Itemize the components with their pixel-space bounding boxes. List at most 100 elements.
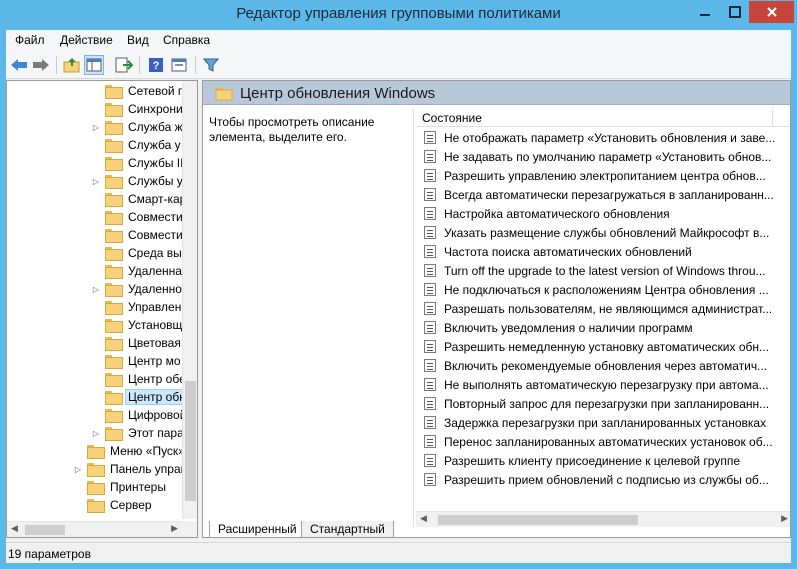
- policy-setting-row[interactable]: Перенос запланированных автоматических у…: [416, 432, 790, 451]
- menu-action[interactable]: Действие: [60, 33, 113, 47]
- tree-item[interactable]: Среда вып: [91, 244, 191, 262]
- policy-setting-row[interactable]: Разрешить немедленную установку автомати…: [416, 337, 790, 356]
- tree-item[interactable]: ▷ Этот пара: [91, 424, 187, 442]
- console-tree[interactable]: Сетевой п Синхрони ▷ Служба ж Служба у Службы…: [6, 80, 198, 538]
- tree-item[interactable]: Установщ: [91, 316, 185, 334]
- tree-item[interactable]: ▷ Удаленно: [91, 280, 185, 298]
- tree-item[interactable]: Службы II: [91, 154, 186, 172]
- tree-item[interactable]: Цветовая: [91, 334, 184, 352]
- title-bar[interactable]: Редактор управления групповыми политикам…: [0, 0, 797, 30]
- tab-extended[interactable]: Расширенный: [209, 521, 306, 537]
- tree-item-label: Служба у: [128, 138, 181, 152]
- tree-item[interactable]: ▷ Панель управ: [73, 460, 190, 478]
- back-button[interactable]: [9, 55, 29, 75]
- policy-setting-row[interactable]: Не подключаться к расположениям Центра о…: [416, 280, 790, 299]
- expand-arrow-icon[interactable]: ▷: [91, 176, 101, 186]
- tree-item[interactable]: Удаленная: [91, 262, 191, 280]
- policy-setting-row[interactable]: Указать размещение службы обновлений Май…: [416, 223, 790, 242]
- tree-item[interactable]: Центр мо: [91, 352, 184, 370]
- policy-setting-icon: [424, 378, 436, 391]
- expand-arrow-icon[interactable]: ▷: [73, 464, 83, 474]
- tree-item-label: Панель управ: [110, 462, 188, 476]
- tree-item[interactable]: Принтеры: [73, 478, 169, 496]
- scroll-thumb[interactable]: [185, 381, 196, 501]
- policy-setting-row[interactable]: Настройка автоматического обновления: [416, 204, 790, 223]
- tree-item[interactable]: Цифровой: [91, 406, 189, 424]
- scroll-right-icon[interactable]: ▶: [171, 524, 178, 534]
- tree-item[interactable]: Центр обе: [91, 370, 189, 388]
- tree-item-label: Смарт-кар: [128, 192, 187, 206]
- policy-setting-row[interactable]: Не выполнять автоматическую перезагрузку…: [416, 375, 790, 394]
- policy-setting-row[interactable]: Всегда автоматически перезагружаться в з…: [416, 185, 790, 204]
- filter-button[interactable]: [201, 55, 221, 75]
- tree-item-label: Этот пара: [128, 426, 184, 440]
- policy-setting-row[interactable]: Повторный запрос для перезагрузки при за…: [416, 394, 790, 413]
- folder-icon: [105, 85, 123, 99]
- policy-setting-row[interactable]: Включить уведомления о наличии программ: [416, 318, 790, 337]
- column-separator[interactable]: [772, 109, 773, 127]
- column-header-state[interactable]: Состояние: [422, 111, 482, 125]
- policy-setting-row[interactable]: Разрешить клиенту присоединение к целево…: [416, 451, 790, 470]
- window-title: Редактор управления групповыми политикам…: [236, 5, 561, 22]
- minimize-button[interactable]: [688, 1, 722, 23]
- policy-setting-row[interactable]: Разрешать пользователям, не являющимся а…: [416, 299, 790, 318]
- tree-item[interactable]: ▷ Службы у: [91, 172, 186, 190]
- help-button[interactable]: ?: [146, 55, 166, 75]
- policy-setting-row[interactable]: Разрешить управлению электропитанием цен…: [416, 166, 790, 185]
- forward-button[interactable]: [31, 55, 51, 75]
- menu-view[interactable]: Вид: [127, 33, 149, 47]
- tree-item[interactable]: Сервер: [73, 496, 155, 514]
- policy-setting-row[interactable]: Включить рекомендуемые обновления через …: [416, 356, 790, 375]
- menu-file[interactable]: Файл: [15, 33, 45, 47]
- folder-icon: [105, 121, 123, 135]
- up-level-button[interactable]: [62, 55, 82, 75]
- show-hide-tree-button[interactable]: [84, 55, 104, 75]
- policy-setting-row[interactable]: Разрешить прием обновлений с подписью из…: [416, 470, 790, 489]
- properties-button[interactable]: [169, 55, 189, 75]
- scroll-left-icon[interactable]: ◀: [11, 524, 18, 534]
- policy-setting-row[interactable]: Не отображать параметр «Установить обнов…: [416, 128, 790, 147]
- expand-arrow-icon[interactable]: ▷: [91, 284, 101, 294]
- expand-arrow-icon[interactable]: ▷: [91, 122, 101, 132]
- tree-item-label: Службы II: [128, 156, 184, 170]
- tree-item[interactable]: Сетевой п: [91, 82, 187, 100]
- export-list-button[interactable]: [114, 55, 134, 75]
- scroll-thumb[interactable]: [25, 525, 65, 535]
- policy-setting-row[interactable]: Turn off the upgrade to the latest versi…: [416, 261, 790, 280]
- tree-item[interactable]: ▷ Служба ж: [91, 118, 186, 136]
- policy-setting-row[interactable]: Частота поиска автоматических обновлений: [416, 242, 790, 261]
- policy-setting-icon: [424, 188, 436, 201]
- tree-item[interactable]: Смарт-кар: [91, 190, 189, 208]
- tree-item[interactable]: Управлен: [91, 298, 184, 316]
- tree-vertical-scrollbar[interactable]: [182, 81, 197, 519]
- maximize-button[interactable]: [722, 1, 748, 23]
- forward-arrow-icon: [33, 59, 49, 71]
- expand-arrow-icon[interactable]: ▷: [91, 428, 101, 438]
- policy-setting-row[interactable]: Задержка перезагрузки при запланированны…: [416, 413, 790, 432]
- tree-item[interactable]: Центр обн: [91, 388, 189, 406]
- tree-item[interactable]: Служба у: [91, 136, 184, 154]
- folder-up-icon: [63, 58, 80, 73]
- policy-setting-icon: [424, 283, 436, 296]
- tree-item[interactable]: Совмести: [91, 208, 186, 226]
- details-pane: Центр обновления Windows Чтобы просмотре…: [202, 80, 791, 538]
- tree-item[interactable]: Совмести: [91, 226, 186, 244]
- folder-icon: [105, 301, 123, 315]
- policy-setting-name: Не задавать по умолчанию параметр «Устан…: [444, 149, 772, 164]
- policy-setting-name: Повторный запрос для перезагрузки при за…: [444, 396, 770, 411]
- menu-help[interactable]: Справка: [163, 33, 210, 47]
- tree-item[interactable]: Меню «Пуск»: [73, 442, 188, 460]
- minimize-icon: [700, 14, 710, 16]
- policy-setting-name: Разрешить управлению электропитанием цен…: [444, 168, 766, 183]
- tab-standard[interactable]: Стандартный: [301, 521, 394, 537]
- tree-horizontal-scrollbar[interactable]: ◀ ▶: [7, 521, 182, 537]
- policy-setting-icon: [424, 435, 436, 448]
- tree-item[interactable]: Синхрони: [91, 100, 186, 118]
- close-button[interactable]: [749, 1, 794, 23]
- policy-setting-row[interactable]: Не задавать по умолчанию параметр «Устан…: [416, 147, 790, 166]
